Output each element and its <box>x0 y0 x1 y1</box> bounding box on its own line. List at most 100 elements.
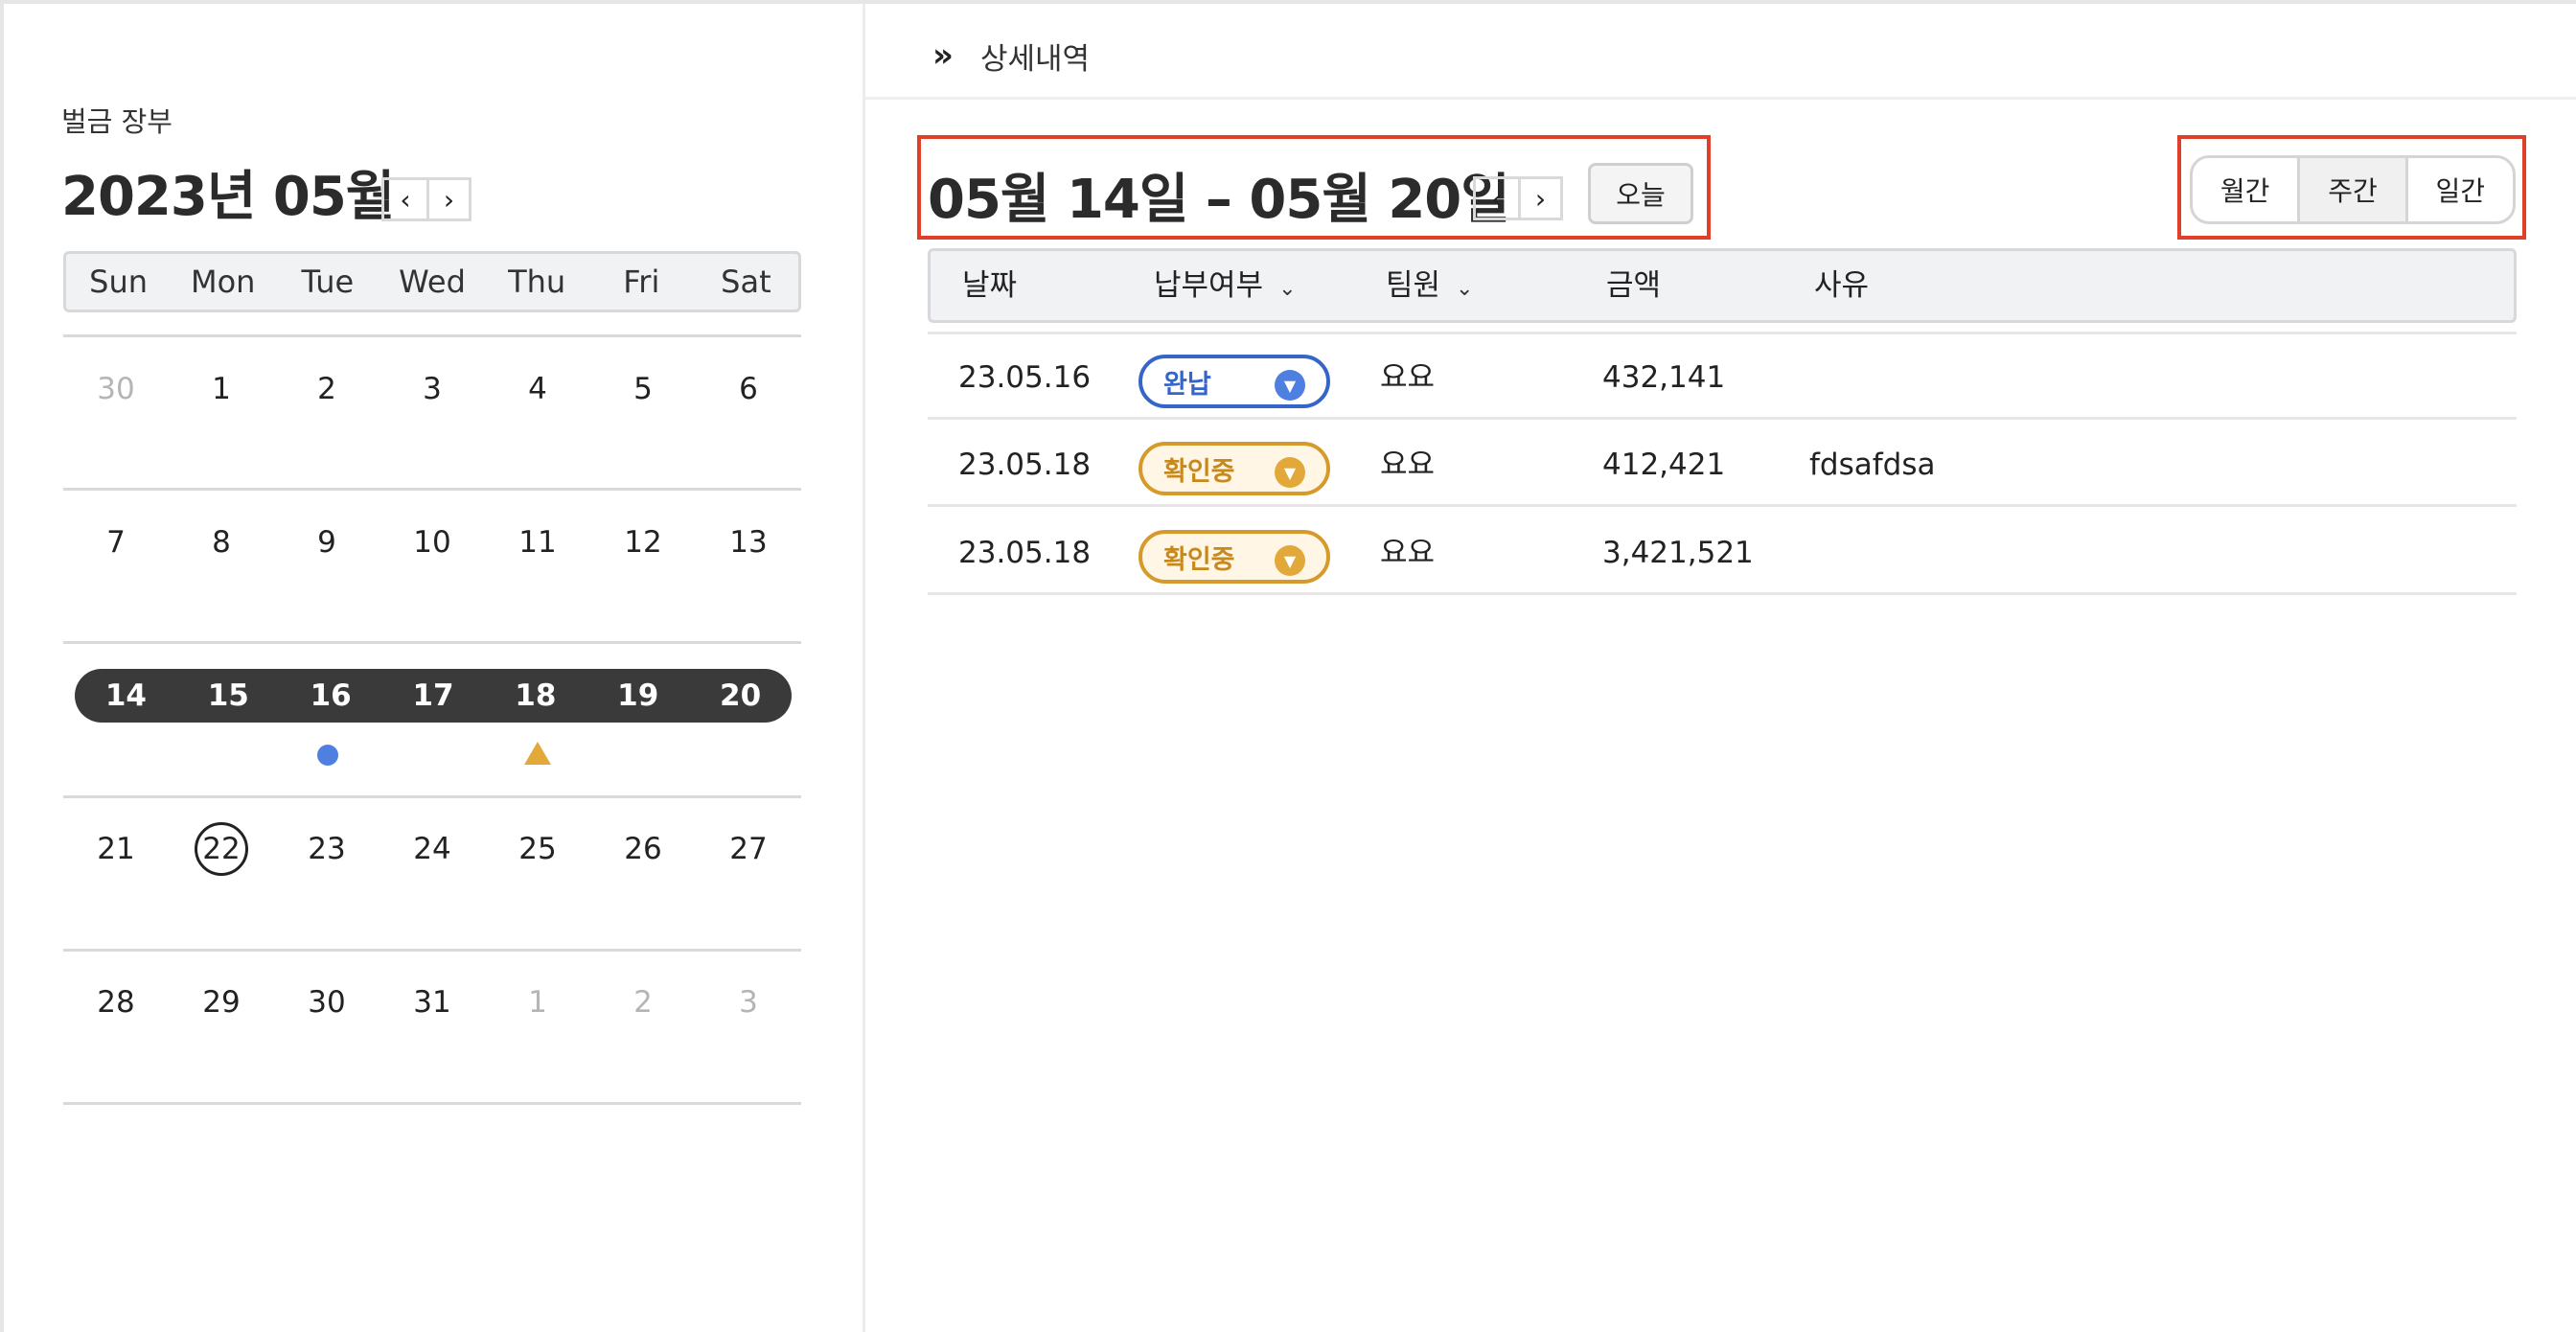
week-divider <box>63 641 801 644</box>
calendar-day[interactable]: 18 <box>484 669 586 723</box>
calendar-day[interactable]: 6 <box>696 360 801 418</box>
calendar-week: 30 1 2 3 4 5 6 <box>63 360 801 418</box>
weekday-label: Thu <box>508 264 566 300</box>
cell-member: 요요 <box>1380 360 1436 395</box>
table-header: 날짜 납부여부 ⌄ 팀원 ⌄ 금액 사유 <box>928 248 2517 323</box>
column-member-filter[interactable]: 팀원 ⌄ <box>1386 251 1473 324</box>
pending-marker-icon <box>524 742 551 765</box>
calendar-day[interactable]: 11 <box>485 514 590 571</box>
column-member-label: 팀원 <box>1386 268 1441 303</box>
paid-marker-icon <box>317 745 338 766</box>
chevron-left-icon: ‹ <box>1491 182 1503 215</box>
column-status-filter[interactable]: 납부여부 ⌄ <box>1154 251 1297 324</box>
week-divider <box>63 949 801 952</box>
cell-amount: 432,141 <box>1602 360 1726 395</box>
calendar-day[interactable]: 30 <box>274 974 380 1031</box>
weekday-header: Sun Mon Tue Wed Thu Fri Sat <box>63 251 801 312</box>
calendar-day[interactable]: 9 <box>274 514 380 571</box>
view-monthly-button[interactable]: 월간 <box>2193 158 2297 221</box>
panel-divider <box>862 4 865 1332</box>
status-dropdown[interactable]: 확인중 ▼ <box>1138 442 1330 495</box>
cell-member: 요요 <box>1380 536 1436 570</box>
ledger-title: 벌금 장부 <box>61 105 172 138</box>
calendar-day-today[interactable]: 22 <box>169 820 274 878</box>
calendar-day[interactable]: 5 <box>590 360 696 418</box>
status-dropdown[interactable]: 완납 ▼ <box>1138 355 1330 408</box>
calendar-day[interactable]: 13 <box>696 514 801 571</box>
status-label: 확인중 <box>1163 456 1235 487</box>
week-divider <box>63 795 801 798</box>
column-status-label: 납부여부 <box>1154 268 1264 303</box>
weekday-label: Tue <box>301 264 355 300</box>
calendar-day[interactable]: 27 <box>696 820 801 878</box>
chevron-down-icon: ▼ <box>1275 545 1305 576</box>
calendar-day[interactable]: 8 <box>169 514 274 571</box>
weekday-label: Wed <box>399 264 466 300</box>
calendar-day[interactable]: 21 <box>63 820 169 878</box>
calendar-day[interactable]: 3 <box>696 974 801 1031</box>
calendar-day[interactable]: 2 <box>274 360 380 418</box>
table-divider <box>928 332 2517 334</box>
calendar-day[interactable]: 16 <box>280 669 382 723</box>
week-divider <box>63 1102 801 1105</box>
next-week-button[interactable]: › <box>1518 179 1560 218</box>
calendar-day[interactable]: 24 <box>380 820 485 878</box>
calendar-day[interactable]: 19 <box>586 669 689 723</box>
calendar-day[interactable]: 28 <box>63 974 169 1031</box>
calendar-day[interactable]: 4 <box>485 360 590 418</box>
prev-month-button[interactable]: ‹ <box>384 180 426 218</box>
calendar-day[interactable]: 17 <box>382 669 485 723</box>
calendar-week: 7 8 9 10 11 12 13 <box>63 514 801 571</box>
calendar-day[interactable]: 1 <box>169 360 274 418</box>
month-title: 2023년 05월 <box>61 166 395 228</box>
calendar-day[interactable]: 15 <box>177 669 280 723</box>
column-date: 날짜 <box>962 268 1018 303</box>
calendar-day[interactable]: 31 <box>380 974 485 1031</box>
cell-date: 23.05.16 <box>958 360 1092 395</box>
column-reason: 사유 <box>1814 268 1870 303</box>
calendar-day[interactable]: 29 <box>169 974 274 1031</box>
calendar-day[interactable]: 20 <box>689 669 792 723</box>
column-amount: 금액 <box>1606 268 1662 303</box>
calendar-day[interactable]: 10 <box>380 514 485 571</box>
cell-reason: fdsafdsa <box>1809 448 1936 482</box>
calendar-day[interactable]: 2 <box>590 974 696 1031</box>
week-divider <box>63 334 801 337</box>
calendar-week: 28 29 30 31 1 2 3 <box>63 974 801 1031</box>
chevron-down-icon: ▼ <box>1275 370 1305 401</box>
today-ring <box>195 822 248 876</box>
weekday-label: Sat <box>721 264 771 300</box>
chevron-right-icon: › <box>443 183 455 216</box>
calendar-day[interactable]: 1 <box>485 974 590 1031</box>
view-daily-button[interactable]: 일간 <box>2404 158 2513 221</box>
chevron-down-icon: ⌄ <box>1456 277 1474 301</box>
chevron-left-icon: ‹ <box>400 183 411 216</box>
calendar-day[interactable]: 26 <box>590 820 696 878</box>
calendar-day[interactable]: 23 <box>274 820 380 878</box>
calendar-day[interactable]: 25 <box>485 820 590 878</box>
weekday-label: Fri <box>623 264 660 300</box>
calendar-day[interactable]: 7 <box>63 514 169 571</box>
table-row[interactable]: 23.05.18 확인중 ▼ 요요 3,421,521 <box>928 511 2517 595</box>
table-row[interactable]: 23.05.16 완납 ▼ 요요 432,141 <box>928 335 2517 420</box>
detail-header: » 상세내역 <box>865 4 2576 100</box>
chevron-right-icon: › <box>1534 182 1547 215</box>
double-chevron-right-icon[interactable]: » <box>932 36 954 75</box>
cell-member: 요요 <box>1380 448 1436 482</box>
today-button[interactable]: 오늘 <box>1588 163 1693 224</box>
calendar-day[interactable]: 12 <box>590 514 696 571</box>
week-nav: ‹ › <box>1473 176 1563 220</box>
prev-week-button[interactable]: ‹ <box>1476 179 1518 218</box>
month-nav: ‹ › <box>381 177 472 221</box>
next-month-button[interactable]: › <box>426 180 469 218</box>
calendar-day[interactable]: 3 <box>380 360 485 418</box>
date-range-title: 05월 14일 – 05월 20일 <box>928 169 1510 231</box>
table-row[interactable]: 23.05.18 확인중 ▼ 요요 412,421 fdsafdsa <box>928 423 2517 507</box>
calendar-day[interactable]: 30 <box>63 360 169 418</box>
calendar-day[interactable]: 14 <box>75 669 177 723</box>
status-dropdown[interactable]: 확인중 ▼ <box>1138 530 1330 584</box>
chevron-down-icon: ▼ <box>1275 457 1305 488</box>
status-label: 확인중 <box>1163 544 1235 575</box>
selected-week[interactable]: 14 15 16 17 18 19 20 <box>75 669 792 723</box>
view-weekly-button[interactable]: 주간 <box>2297 158 2405 221</box>
